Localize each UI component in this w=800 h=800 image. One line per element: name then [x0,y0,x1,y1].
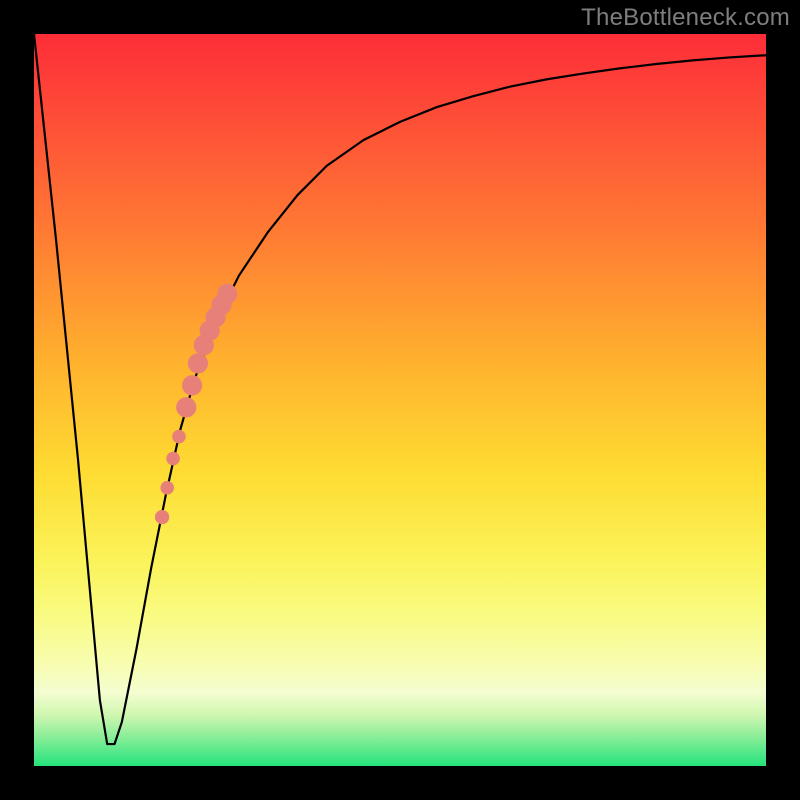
scatter-point [188,354,207,373]
scatter-point [183,376,202,395]
bottleneck-curve [34,34,766,744]
scatter-point [161,482,174,495]
scatter-point [167,452,180,465]
chart-svg [34,34,766,766]
scatter-point [177,398,196,417]
scatter-point [173,430,186,443]
plot-area [34,34,766,766]
scatter-point [155,510,168,523]
chart-frame: TheBottleneck.com [0,0,800,800]
watermark-text: TheBottleneck.com [581,4,790,32]
scatter-point [218,284,237,303]
scatter-markers [155,284,236,524]
